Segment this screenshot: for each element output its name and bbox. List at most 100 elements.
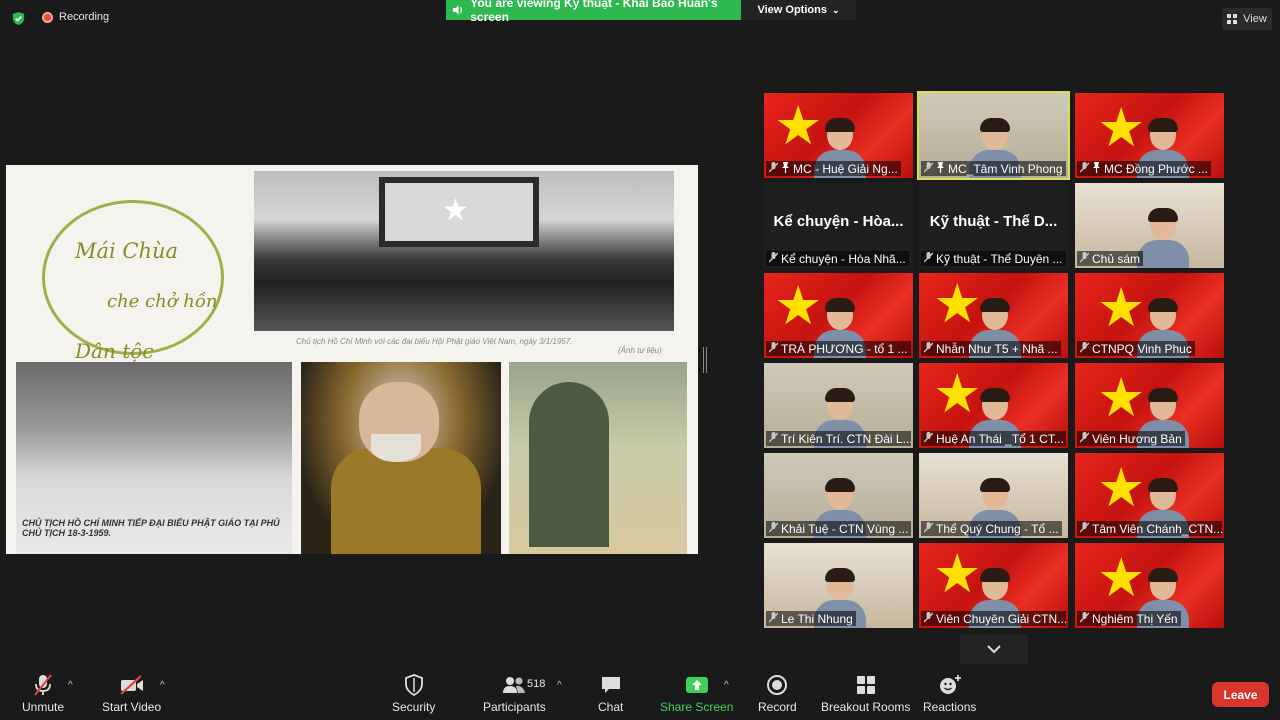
participant-name: MC Đồng Phước ... — [1104, 161, 1208, 176]
group-photo-1957: ★ — [254, 171, 674, 331]
participant-name: Tâm Viên Chánh_CTN... — [1092, 521, 1222, 536]
share-screen-button[interactable]: Share Screen — [660, 672, 733, 714]
video-options-caret[interactable]: ^ — [160, 680, 165, 691]
mic-muted-icon — [1079, 161, 1090, 176]
participant-name: Viên Hương Bản — [1092, 431, 1182, 446]
shared-screen-content: Mái Chùa che chở hồn Dân tộc ★ Chủ tịch … — [6, 165, 698, 554]
security-button[interactable]: Security — [392, 672, 435, 714]
participant-tile[interactable]: Trí Kiên Trí. CTN Đài L... — [764, 363, 913, 448]
participant-tile[interactable]: ★ CTNPQ Vinh Phuc — [1075, 273, 1224, 358]
star-icon: ★ — [442, 194, 469, 227]
unmute-label: Unmute — [22, 700, 65, 714]
person-hair — [1148, 118, 1178, 132]
participant-name: Kể chuyện - Hòa Nhã... — [781, 251, 906, 266]
participants-options-caret[interactable]: ^ — [557, 680, 562, 691]
participant-name: TRÀ PHƯƠNG - tổ 1 ... — [781, 341, 908, 356]
participants-label: Participants — [483, 700, 546, 714]
participant-tile[interactable]: Khải Tuệ - CTN Vùng ... — [764, 453, 913, 538]
breakout-rooms-button[interactable]: Breakout Rooms — [821, 672, 910, 714]
gallery-next-page-button[interactable] — [960, 634, 1028, 664]
person-hair — [1148, 568, 1178, 582]
chevron-down-icon: ⌄ — [831, 4, 840, 15]
mic-muted-icon — [923, 431, 934, 446]
participant-tile[interactable]: Kỹ thuật - Thể D... Kỹ thuật - Thể Duyên … — [919, 183, 1068, 268]
participant-tile[interactable]: Le Thi Nhung — [764, 543, 913, 628]
participant-tile[interactable]: Kể chuyện - Hòa... Kể chuyện - Hòa Nhã... — [764, 183, 913, 268]
logo-line-3: Dân tộc — [75, 339, 154, 363]
person-hair — [825, 298, 855, 312]
mic-muted-icon — [768, 521, 779, 536]
pin-icon — [1092, 161, 1101, 176]
breakout-rooms-icon — [856, 676, 875, 694]
logo-line-1: Mái Chùa — [75, 239, 179, 263]
person-hair — [980, 568, 1010, 582]
participant-name: Le Thi Nhung — [781, 611, 853, 626]
encryption-shield-icon[interactable] — [11, 11, 26, 26]
participant-tile[interactable]: ★ Tâm Viên Chánh_CTN... — [1075, 453, 1224, 538]
view-options-button[interactable]: View Options ⌄ — [741, 0, 856, 20]
participant-label: Nghiêm Thị Yến — [1077, 611, 1181, 626]
recording-label: Recording — [59, 11, 110, 23]
participant-name: Viên Chuyên Giải CTN... — [936, 611, 1066, 626]
mai-chua-logo: Mái Chùa che chở hồn Dân tộc — [42, 200, 224, 363]
participant-name: Huệ An Thái _Tổ 1 CT... — [936, 431, 1064, 446]
participant-label: TRÀ PHƯƠNG - tổ 1 ... — [766, 341, 911, 356]
participant-label: Viên Chuyên Giải CTN... — [921, 611, 1066, 626]
participant-label: MC - Huệ Giải Ng... — [766, 161, 901, 176]
chat-bubble-icon — [601, 677, 620, 693]
meeting-toolbar: Unmute ^ Start Video ^ Security Particip… — [0, 664, 1280, 720]
share-screen-icon — [685, 677, 708, 693]
participant-name: MC - Huệ Giải Ng... — [793, 161, 898, 176]
participant-tile[interactable]: Chủ sám — [1075, 183, 1224, 268]
participants-count: 518 — [527, 678, 546, 690]
share-options-caret[interactable]: ^ — [724, 680, 729, 691]
audio-options-caret[interactable]: ^ — [68, 680, 73, 691]
viewing-banner-text: You are viewing Kỹ thuật - Khải Bảo Huấn… — [470, 0, 718, 24]
participant-name: Kỹ thuật - Thể Duyên ... — [936, 251, 1063, 266]
person-hair — [825, 568, 855, 582]
participant-name: MC_Tâm Vinh Phong — [948, 161, 1063, 176]
participant-tile[interactable]: ★ MC Đồng Phước ... — [1075, 93, 1224, 178]
recording-dot-icon — [42, 11, 53, 23]
participant-tile[interactable]: ★ TRÀ PHƯƠNG - tổ 1 ... — [764, 273, 913, 358]
grid-icon — [1227, 13, 1238, 24]
reactions-button[interactable]: Reactions — [923, 672, 976, 714]
start-video-button[interactable]: Start Video — [102, 672, 161, 714]
person-hair — [980, 388, 1010, 402]
person-body — [1137, 240, 1189, 268]
participant-tile[interactable]: ★ MC - Huệ Giải Ng... — [764, 93, 913, 178]
participant-tile[interactable]: ★ Viên Chuyên Giải CTN... — [919, 543, 1068, 628]
mic-muted-icon — [1079, 431, 1090, 446]
chat-button[interactable]: Chat — [598, 672, 623, 714]
video-off-icon — [119, 675, 143, 695]
mic-muted-icon — [34, 674, 52, 696]
chat-label: Chat — [598, 700, 624, 714]
mic-muted-icon — [923, 251, 934, 266]
participant-tile[interactable]: ★ Nghiêm Thị Yến — [1075, 543, 1224, 628]
unmute-button[interactable]: Unmute — [22, 672, 64, 714]
record-label: Record — [758, 700, 797, 714]
meeting-photo-1959: CHỦ TỊCH HỒ CHÍ MINH TIẾP ĐẠI BIỂU PHẬT … — [16, 362, 292, 554]
person-hair — [980, 298, 1010, 312]
participant-name: Thể Quý Chung - Tổ ... — [936, 521, 1059, 536]
mic-muted-icon — [768, 251, 779, 266]
mic-muted-icon — [1079, 521, 1090, 536]
participant-tile[interactable]: ★ Nhẫn Như T5 + Nhã ... — [919, 273, 1068, 358]
participant-label: Trí Kiên Trí. CTN Đài L... — [766, 431, 911, 446]
participant-name-placeholder: Kể chuyện - Hòa... — [773, 213, 904, 230]
view-label: View — [1243, 13, 1267, 25]
security-label: Security — [392, 700, 436, 714]
recording-indicator[interactable]: Recording — [42, 11, 109, 23]
participant-tile[interactable]: ★ Viên Hương Bản — [1075, 363, 1224, 448]
participant-label: Nhẫn Như T5 + Nhã ... — [921, 341, 1061, 356]
participant-tile[interactable]: MC_Tâm Vinh Phong — [917, 91, 1070, 180]
participant-label: Thể Quý Chung - Tổ ... — [921, 521, 1062, 536]
participant-tile[interactable]: Thể Quý Chung - Tổ ... — [919, 453, 1068, 538]
participant-tile[interactable]: ★ Huệ An Thái _Tổ 1 CT... — [919, 363, 1068, 448]
participant-name: Chủ sám — [1092, 251, 1141, 266]
leave-button[interactable]: Leave — [1212, 682, 1269, 707]
panel-resize-handle[interactable] — [703, 347, 707, 373]
participant-name-placeholder: Kỹ thuật - Thể D... — [929, 213, 1058, 230]
view-layout-button[interactable]: View — [1222, 8, 1272, 30]
record-button[interactable]: Record — [758, 672, 797, 714]
